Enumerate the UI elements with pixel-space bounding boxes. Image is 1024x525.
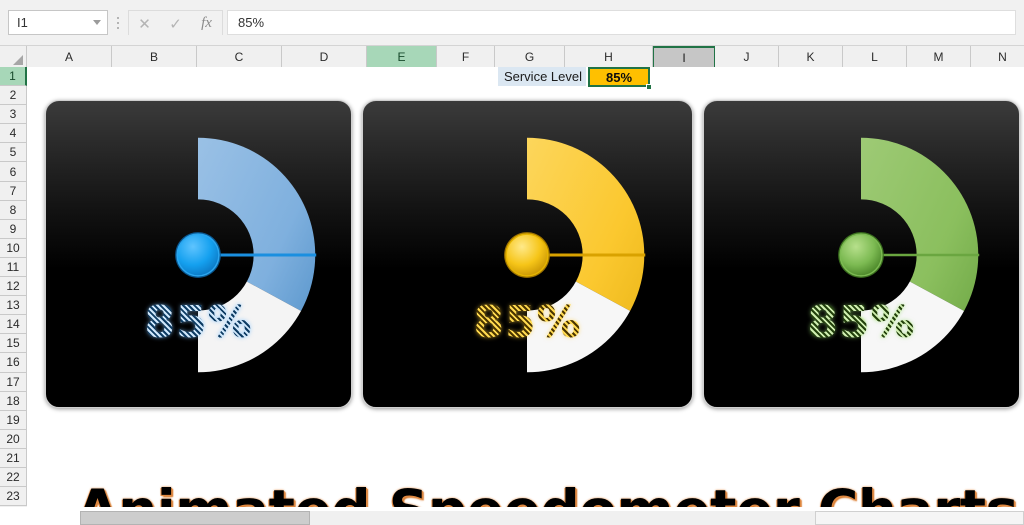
speedometer-gold-graphic	[504, 101, 692, 390]
formula-input[interactable]: 85%	[227, 10, 1016, 35]
speedometer-green-graphic	[838, 101, 1019, 390]
column-header-i[interactable]: I	[653, 46, 715, 67]
row-header-15[interactable]: 15	[0, 334, 27, 354]
row-header-6[interactable]: 6	[0, 162, 27, 182]
row-header-16[interactable]: 16	[0, 353, 27, 373]
fill-handle[interactable]	[646, 84, 652, 90]
row-header-5[interactable]: 5	[0, 143, 27, 163]
column-header-k[interactable]: K	[779, 46, 843, 67]
speedometer-chart-green[interactable]: 85%	[703, 100, 1020, 408]
cancel-icon[interactable]: ✕	[129, 11, 160, 36]
column-header-b[interactable]: B	[112, 46, 197, 67]
row-header-22[interactable]: 22	[0, 467, 27, 488]
page-title: Animated Speedometer Charts	[67, 478, 1024, 507]
spreadsheet-grid[interactable]: Service Level 85% 85% 85% 85%	[27, 67, 1024, 507]
formula-bar-buttons: ✕ ✓ fx	[128, 10, 223, 36]
row-header-18[interactable]: 18	[0, 391, 27, 411]
row-header-1[interactable]: 1	[0, 67, 27, 87]
select-all-triangle-icon	[13, 55, 23, 65]
formula-bar-grip	[108, 10, 128, 35]
speedometer-gold-value: 85%	[363, 297, 692, 348]
column-header-c[interactable]: C	[197, 46, 282, 67]
column-header-row: ABCDEFGHIJKLMNO	[0, 46, 1024, 67]
row-header-8[interactable]: 8	[0, 200, 27, 220]
column-header-j[interactable]: J	[715, 46, 779, 67]
row-header-9[interactable]: 9	[0, 219, 27, 239]
row-header-column: 1 2 3 4 5 6 7 8 9 10 11 12 13 14 15 16 17 18 19 20 21 22 23	[0, 67, 27, 507]
row-header-4[interactable]: 4	[0, 124, 27, 144]
row-header-10[interactable]: 10	[0, 238, 27, 258]
row-header-14[interactable]: 14	[0, 315, 27, 335]
column-header-a[interactable]: A	[27, 46, 112, 67]
column-header-g[interactable]: G	[495, 46, 565, 67]
name-box-value: I1	[17, 15, 28, 30]
row-header-11[interactable]: 11	[0, 257, 27, 278]
speedometer-blue-value: 85%	[46, 297, 351, 348]
speedometer-chart-blue[interactable]: 85%	[45, 100, 352, 408]
name-box[interactable]: I1	[8, 10, 108, 35]
column-header-h[interactable]: H	[565, 46, 653, 67]
charts-area: 85% 85% 85%	[45, 100, 1020, 410]
horizontal-scrollbar-track[interactable]	[80, 511, 1024, 525]
column-header-n[interactable]: N	[971, 46, 1024, 67]
row-header-20[interactable]: 20	[0, 429, 27, 449]
row-header-19[interactable]: 19	[0, 410, 27, 430]
row-header-7[interactable]: 7	[0, 181, 27, 201]
row-header-12[interactable]: 12	[0, 277, 27, 297]
cell-service-level[interactable]: Service Level	[498, 67, 586, 86]
confirm-icon[interactable]: ✓	[160, 11, 191, 36]
horizontal-scrollbar[interactable]	[0, 507, 1024, 525]
row-header-21[interactable]: 21	[0, 448, 27, 468]
select-all-corner[interactable]	[0, 46, 27, 67]
column-header-l[interactable]: L	[843, 46, 907, 67]
column-header-m[interactable]: M	[907, 46, 971, 67]
insert-function-icon[interactable]: fx	[191, 11, 222, 36]
formula-bar: I1 ✕ ✓ fx 85%	[0, 0, 1024, 46]
horizontal-scrollbar-secondary[interactable]	[815, 511, 1024, 525]
column-header-d[interactable]: D	[282, 46, 367, 67]
row-header-2[interactable]: 2	[0, 86, 27, 106]
row-header-13[interactable]: 13	[0, 296, 27, 316]
column-header-e[interactable]: E	[367, 46, 437, 67]
column-header-f[interactable]: F	[437, 46, 495, 67]
row-header-23[interactable]: 23	[0, 487, 27, 507]
row-header-17[interactable]: 17	[0, 372, 27, 392]
speedometer-blue-graphic	[175, 101, 351, 390]
cell-selected-value[interactable]: 85%	[588, 67, 650, 87]
speedometer-chart-gold[interactable]: 85%	[362, 100, 693, 408]
speedometer-green-value: 85%	[704, 297, 1019, 348]
horizontal-scrollbar-thumb[interactable]	[80, 511, 310, 525]
chevron-down-icon[interactable]	[93, 20, 101, 25]
row-header-3[interactable]: 3	[0, 105, 27, 125]
